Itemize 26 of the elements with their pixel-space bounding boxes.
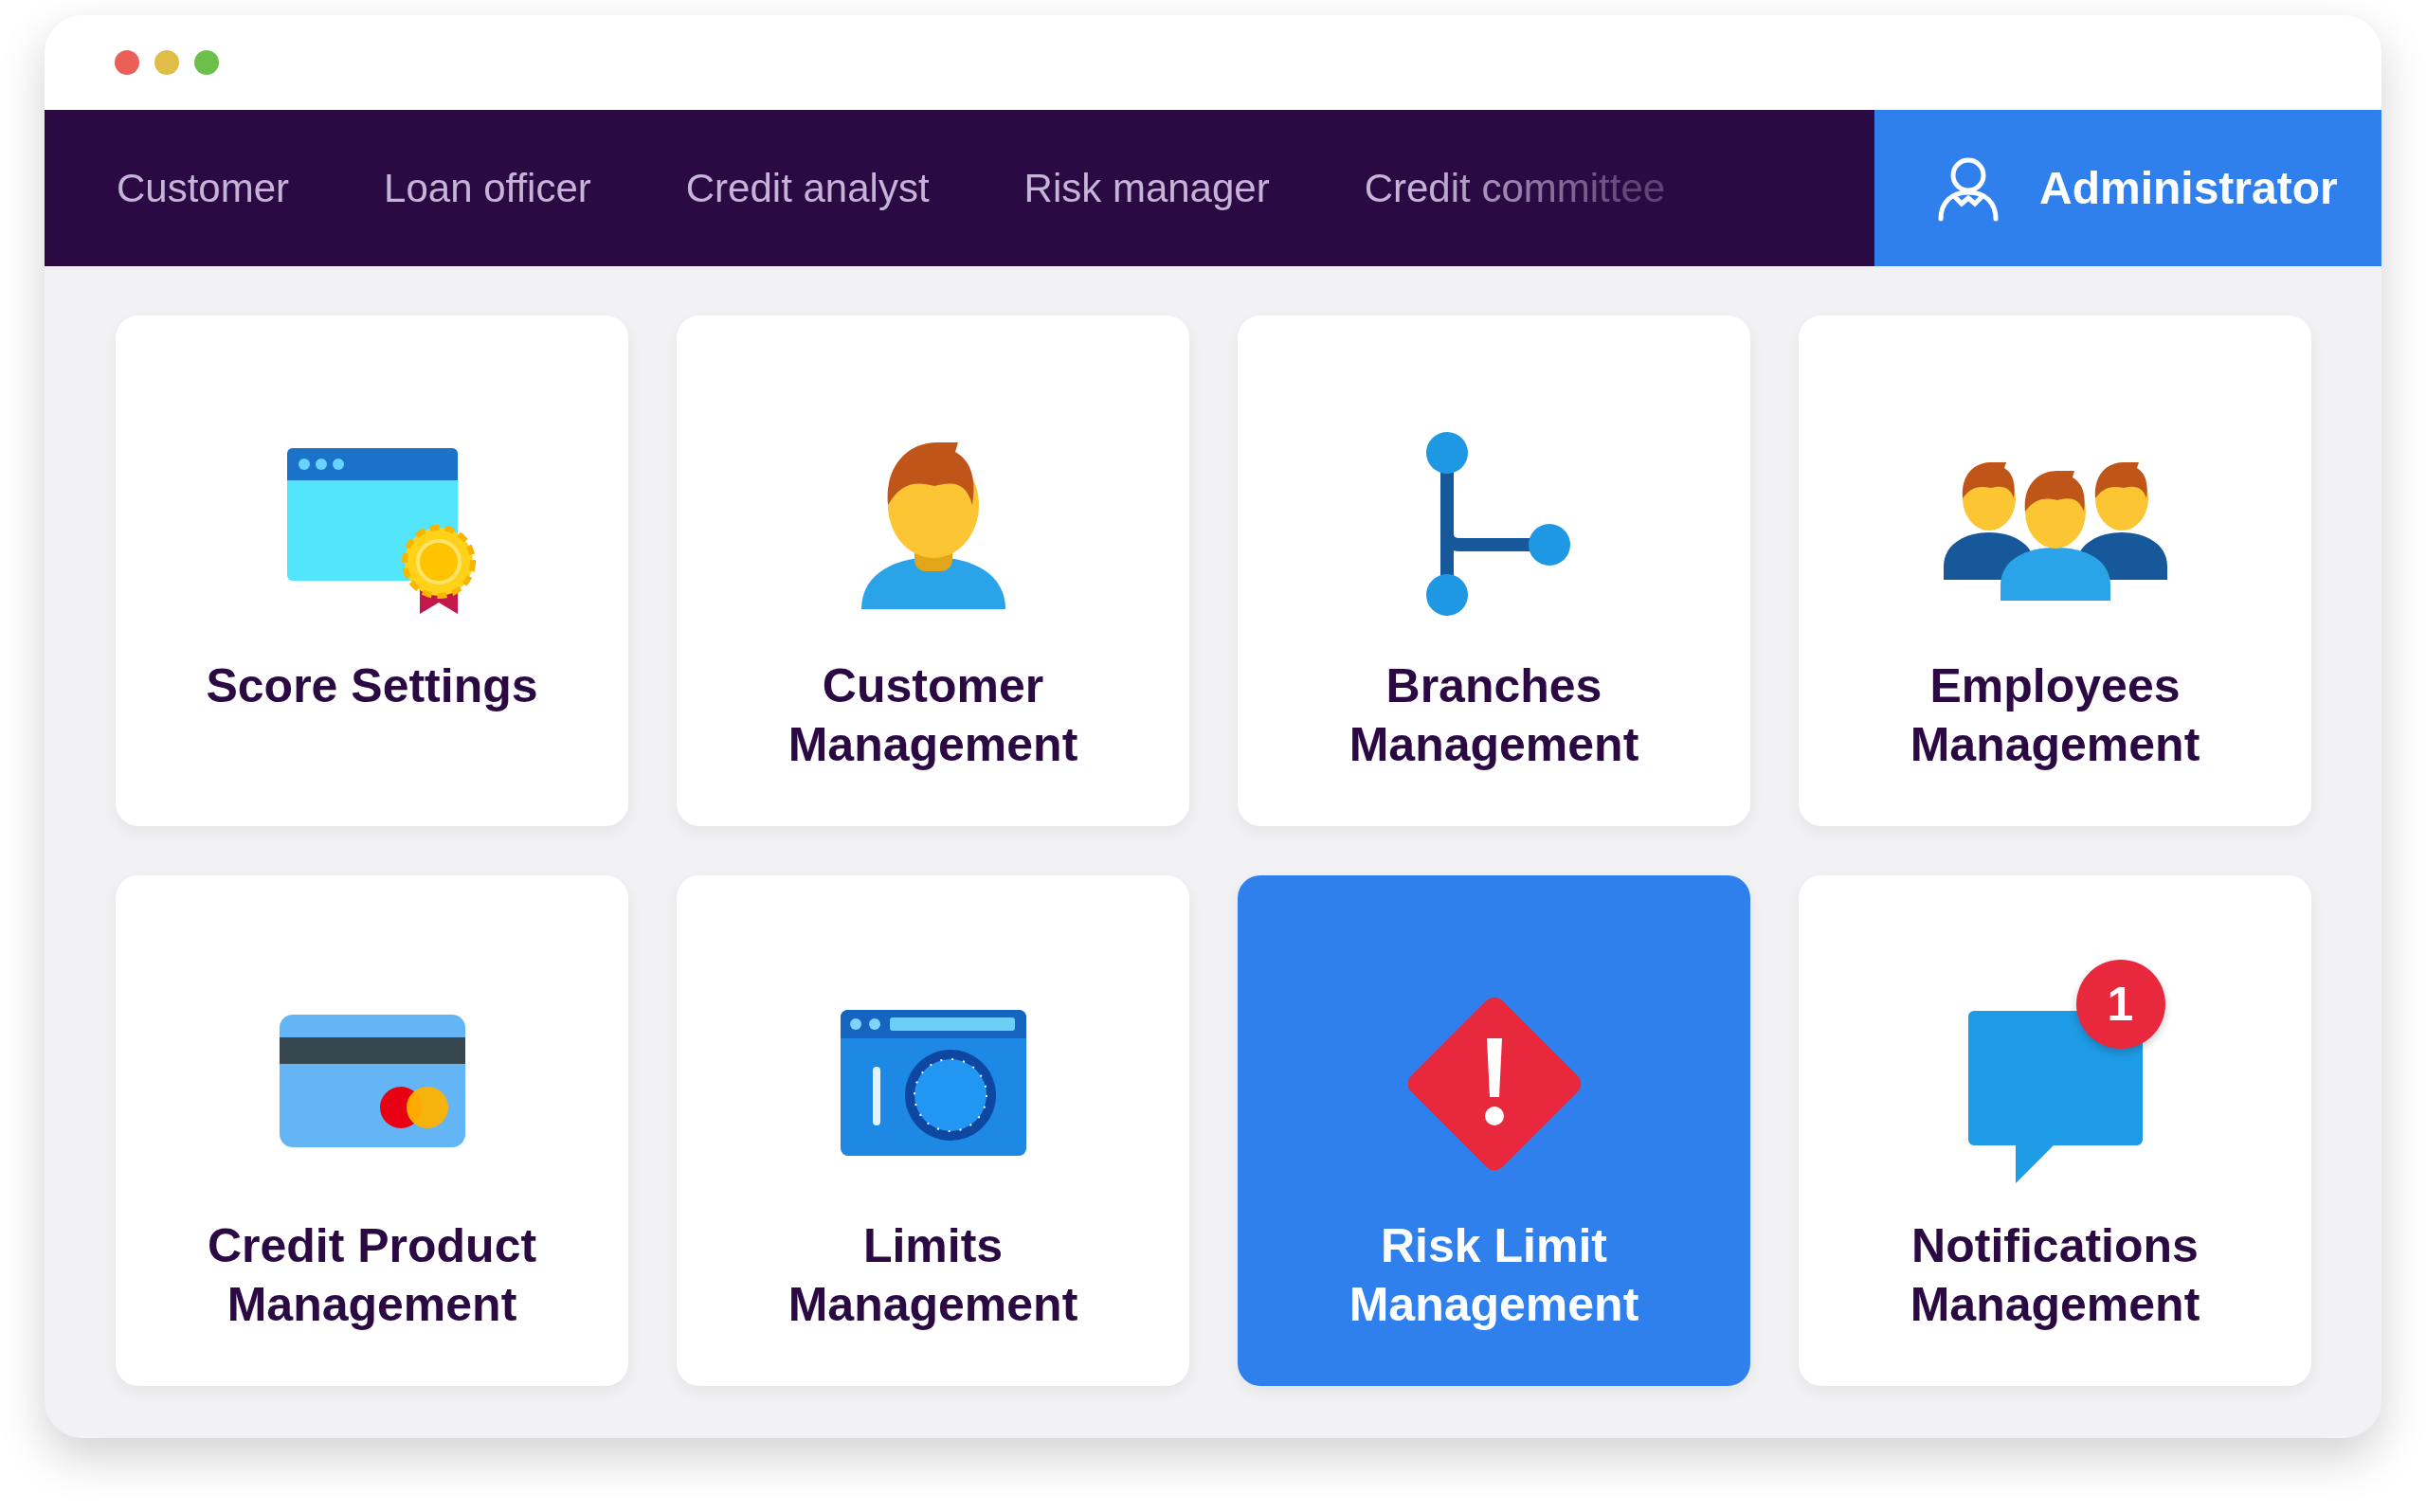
card-title: Employees Management <box>1909 658 2201 773</box>
card-title: Notifications Management <box>1909 1218 2201 1333</box>
module-card[interactable]: Risk Limit Management <box>1238 875 1750 1386</box>
role-tab[interactable]: Loan officer <box>384 165 591 211</box>
module-card[interactable]: Customer Management <box>677 315 1189 826</box>
card-title: Customer Management <box>787 658 1079 773</box>
role-tab[interactable]: Customer <box>117 165 290 211</box>
close-dot-icon[interactable] <box>115 50 139 75</box>
module-card[interactable]: Credit Product Management <box>116 875 628 1386</box>
card-title: Branches Management <box>1348 658 1640 773</box>
card-title: Limits Management <box>787 1218 1079 1333</box>
role-tab[interactable]: Credit committee <box>1364 165 1666 211</box>
card-title: Risk Limit Management <box>1348 1218 1640 1333</box>
module-card[interactable]: Branches Management <box>1238 315 1750 826</box>
administrator-tab[interactable]: Administrator <box>1874 110 2381 266</box>
zoom-dot-icon[interactable] <box>194 50 219 75</box>
minimize-dot-icon[interactable] <box>154 50 179 75</box>
card-title: Score Settings <box>205 658 539 714</box>
module-card[interactable]: Score Settings <box>116 315 628 826</box>
role-tab[interactable]: Credit analyst <box>685 165 930 211</box>
role-tab[interactable]: Risk manager <box>1023 165 1270 211</box>
card-title: Credit Product Management <box>206 1218 538 1333</box>
module-card[interactable]: Limits Management <box>677 875 1189 1386</box>
notification-count: 1 <box>2075 960 2165 1049</box>
module-card[interactable]: 1 Notifications Management <box>1799 875 2311 1386</box>
module-card[interactable]: Employees Management <box>1799 315 2311 826</box>
